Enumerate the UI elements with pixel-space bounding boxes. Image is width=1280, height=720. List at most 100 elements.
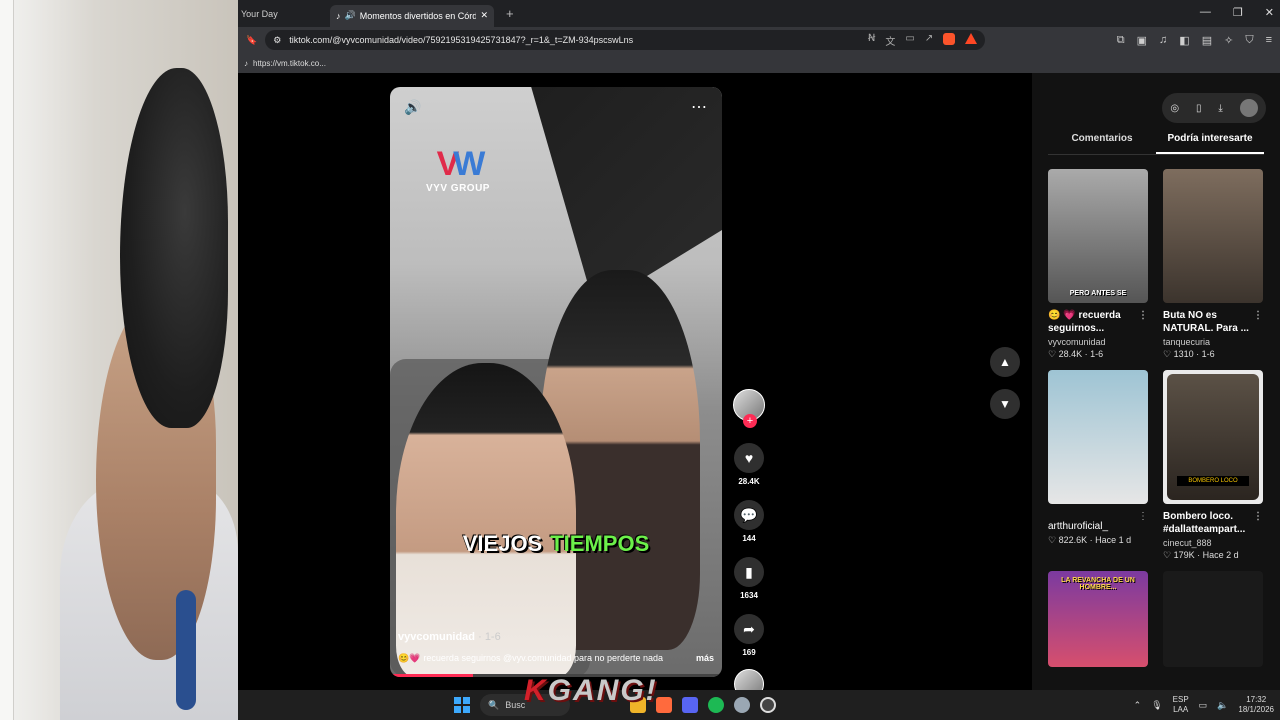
card-stats: ♡ 822.6K · Hace 1 d	[1048, 535, 1132, 545]
tiktok-page: VW VYV GROUP VIEJOS TIEMPOS 🔊 ⋯ vyvcomuni…	[238, 73, 1280, 699]
brave-taskbar-icon[interactable]	[656, 697, 672, 713]
caption-word-2: TIEMPOS	[550, 531, 650, 556]
new-tab-button[interactable]: +	[506, 6, 514, 21]
person-front	[396, 363, 576, 677]
chevron-up-tray-icon[interactable]: ⌃	[1134, 700, 1142, 711]
door-background	[0, 0, 14, 720]
suggested-card[interactable]: Buta NO es NATURAL. Para ... ⋮ tanquecuri…	[1163, 169, 1263, 360]
close-tab-icon[interactable]: ✕	[480, 10, 488, 21]
progress-fill	[390, 674, 473, 677]
suggested-card[interactable]	[1163, 571, 1263, 667]
language-indicator[interactable]: ESP LAA	[1173, 695, 1189, 715]
card-thumbnail[interactable]	[1163, 169, 1263, 303]
card-thumbnail[interactable]: BOMBERO LOCO	[1163, 370, 1263, 504]
comment-icon[interactable]: 💬	[734, 500, 764, 530]
volume-icon[interactable]: 🔊	[404, 99, 421, 116]
video-username[interactable]: vyvcomunidad	[398, 631, 475, 643]
card-thumbnail[interactable]	[1048, 370, 1148, 504]
more-link[interactable]: más	[696, 653, 714, 664]
description-text: recuerda seguirnos @vyv.comunidad para n…	[423, 653, 664, 663]
search-placeholder: Busc	[505, 700, 526, 710]
clock[interactable]: 17:32 18/1/2026	[1238, 695, 1274, 715]
card-author[interactable]: artthuroficial_	[1048, 521, 1108, 532]
sidebar-icon[interactable]: ◧	[1179, 34, 1189, 47]
search-icon: 🔍	[488, 699, 500, 710]
address-bar[interactable]: ⚙ tiktok.com/@vyvcomunidad/video/7592195…	[265, 30, 986, 50]
bookmarks-bar: ♪ https://vm.tiktok.co...	[238, 53, 1280, 73]
share-arrow-icon[interactable]: ➦	[734, 614, 764, 644]
card-more-icon[interactable]: ⋮	[1138, 309, 1148, 322]
suggested-card[interactable]: PERO ANTES SE 😊 💗 recuerda seguirnos... ⋮…	[1048, 169, 1148, 360]
speaker-icon[interactable]: 🔊	[345, 10, 356, 21]
heart-icon[interactable]: ♥	[734, 443, 764, 473]
download-icon[interactable]: ⤓	[1218, 103, 1222, 114]
tab-your-day[interactable]: Your Day	[238, 9, 330, 19]
vpn-icon[interactable]: ⛉	[1245, 34, 1253, 47]
wallet-icon[interactable]: ▤	[1202, 34, 1212, 47]
volume-tray-icon[interactable]: 🔈	[1217, 700, 1228, 711]
thumb-overlay-text: LA REVANCHA DE UN HOMBRE...	[1061, 577, 1135, 591]
card-author[interactable]: cinecut_888	[1163, 538, 1263, 548]
like-action[interactable]: ♥ 28.4K	[734, 443, 764, 486]
settings-gear-icon[interactable]	[734, 697, 750, 713]
brave-shields-icon[interactable]	[943, 32, 956, 45]
music-icon[interactable]: ♫	[1159, 34, 1167, 47]
tab-suggested[interactable]: Podría interesarte	[1156, 133, 1264, 154]
comment-action[interactable]: 💬 144	[734, 500, 764, 543]
url-text: tiktok.com/@vyvcomunidad/video/759219531…	[289, 35, 634, 45]
translate-icon[interactable]: 文	[885, 33, 895, 48]
windows-start-icon[interactable]	[454, 697, 470, 713]
suggested-card[interactable]: LA REVANCHA DE UN HOMBRE...	[1048, 571, 1148, 667]
video-player[interactable]: VW VYV GROUP VIEJOS TIEMPOS 🔊 ⋯ vyvcomuni…	[390, 87, 722, 677]
chevron-down-icon: ▼	[999, 397, 1011, 411]
card-stats: ♡ 179K · Hace 2 d	[1163, 550, 1239, 560]
comment-count: 144	[742, 534, 756, 543]
card-thumbnail[interactable]: LA REVANCHA DE UN HOMBRE...	[1048, 571, 1148, 667]
cast-icon[interactable]: ▭	[905, 33, 914, 48]
menu-icon[interactable]: ≡	[1266, 34, 1272, 47]
previous-video-button[interactable]: ▲	[990, 347, 1020, 377]
action-bar: + ♥ 28.4K 💬 144 ▮ 1634 ➦ 169	[732, 389, 766, 699]
discord-icon[interactable]	[682, 697, 698, 713]
card-author[interactable]: tanquecuria	[1163, 337, 1263, 347]
monitor-icon[interactable]: ▭	[1199, 700, 1208, 711]
obs-icon[interactable]	[760, 697, 776, 713]
suggested-card[interactable]: BOMBERO LOCO Bombero loco. #dallatteampa…	[1163, 370, 1263, 561]
card-thumbnail[interactable]	[1163, 571, 1263, 667]
profile-avatar[interactable]	[1239, 99, 1258, 117]
card-thumbnail[interactable]: PERO ANTES SE	[1048, 169, 1148, 303]
minimize-icon[interactable]: —	[1200, 6, 1211, 19]
no-translate-icon[interactable]: Ꞥ	[868, 33, 875, 48]
save-action[interactable]: ▮ 1634	[734, 557, 764, 600]
extensions-icon[interactable]: ⧉	[1117, 34, 1125, 47]
like-count: 28.4K	[738, 477, 760, 486]
bookmark-icon[interactable]: 🔖	[246, 35, 257, 46]
share-action[interactable]: ➦ 169	[734, 614, 764, 657]
tab-comments[interactable]: Comentarios	[1048, 133, 1156, 154]
tab-active[interactable]: ♪ 🔊 Momentos divertidos en Córdoba ✕	[330, 4, 494, 27]
video-author[interactable]: vyvcomunidad · 1-6	[398, 631, 501, 643]
creator-avatar[interactable]: +	[733, 389, 765, 428]
card-more-icon[interactable]: ⋮	[1253, 510, 1263, 523]
bookmark-save-icon[interactable]: ▮	[734, 557, 764, 587]
compass-icon[interactable]: ◎	[1170, 103, 1179, 114]
next-video-button[interactable]: ▼	[990, 389, 1020, 419]
share-icon[interactable]: ↗	[925, 33, 933, 48]
card-more-icon[interactable]: ⋮	[1253, 309, 1263, 322]
card-author[interactable]: vyvcomunidad	[1048, 337, 1148, 347]
follow-plus-icon[interactable]: +	[743, 414, 757, 428]
bookmark-link[interactable]: https://vm.tiktok.co...	[253, 59, 326, 68]
brave-rewards-icon[interactable]	[965, 32, 978, 44]
screenshot-icon[interactable]: ▣	[1137, 34, 1147, 47]
close-window-icon[interactable]: ✕	[1265, 6, 1274, 19]
site-info-icon[interactable]: ⚙	[273, 35, 281, 46]
leo-ai-icon[interactable]: ✧	[1224, 34, 1233, 47]
spotify-icon[interactable]	[708, 697, 724, 713]
phone-icon[interactable]: ▯	[1196, 103, 1202, 114]
chevron-up-icon: ▲	[999, 355, 1011, 369]
restore-icon[interactable]: ❐	[1233, 6, 1243, 19]
suggested-card[interactable]: artthuroficial_ ⋮ ♡ 822.6K · Hace 1 d	[1048, 370, 1148, 561]
more-options-icon[interactable]: ⋯	[691, 97, 708, 117]
card-more-icon[interactable]: ⋮	[1138, 510, 1148, 523]
microphone-icon[interactable]: 🎙	[1151, 700, 1162, 711]
